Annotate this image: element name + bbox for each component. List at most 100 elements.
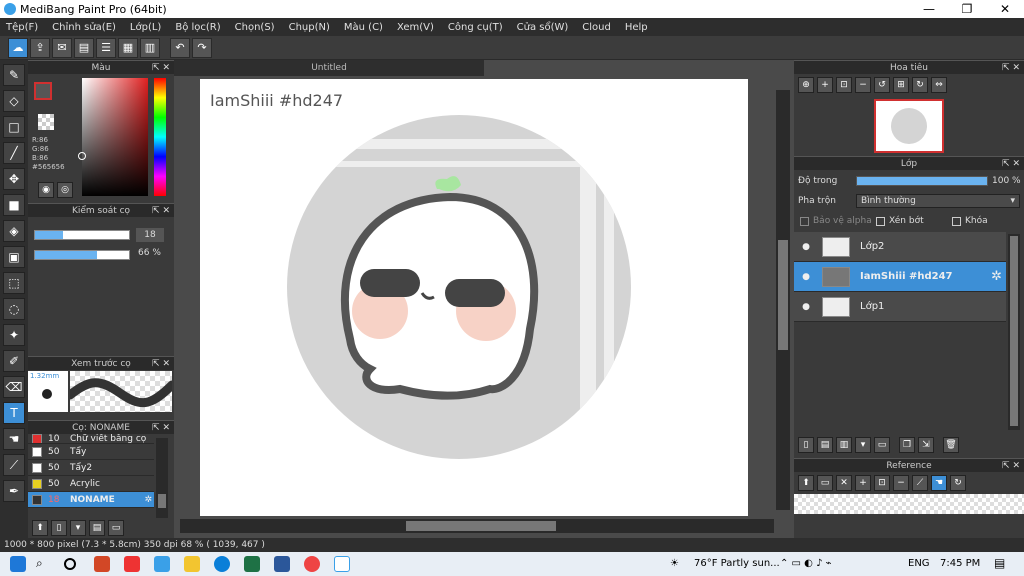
list-item[interactable]: 10 Chữ viết bằng cọ — [28, 434, 154, 444]
grid-icon[interactable]: ▦ — [118, 37, 138, 58]
menu-window[interactable]: Cửa sổ(W) — [517, 22, 569, 33]
medibang-taskbar-icon[interactable] — [334, 556, 350, 572]
brush-list-scrollbar[interactable] — [156, 438, 168, 518]
weather-icon[interactable]: ☀ — [670, 558, 679, 569]
new-halftone-layer-icon[interactable]: ▤ — [817, 437, 833, 453]
close-button[interactable]: ✕ — [986, 0, 1024, 18]
tab-untitled[interactable]: Untitled — [174, 60, 484, 76]
ref-fit-icon[interactable]: ⊡ — [874, 475, 890, 491]
ref-zoom-in-icon[interactable]: + — [855, 475, 871, 491]
menu-select[interactable]: Chọn(S) — [235, 22, 275, 33]
close-icon[interactable]: ⇱ ✕ — [152, 421, 170, 435]
layout-icon[interactable]: ▥ — [140, 37, 160, 58]
palette-icon[interactable]: ◉ — [38, 182, 54, 198]
tray-icons[interactable]: ⌃ ▭ ◐ ♪ ⌁ — [780, 558, 832, 569]
ref-eyedropper-icon[interactable]: ⟋ — [912, 475, 928, 491]
list-item[interactable]: 50 Tẩy — [28, 444, 154, 460]
move-tool-icon[interactable]: ✥ — [3, 168, 25, 190]
ref-close-icon[interactable]: ✕ — [836, 475, 852, 491]
list-icon[interactable]: ☰ — [96, 37, 116, 58]
primary-color-swatch[interactable] — [34, 82, 52, 100]
select-pen-tool-icon[interactable]: ✐ — [3, 350, 25, 372]
menu-color[interactable]: Màu (C) — [344, 22, 383, 33]
shape-tool-icon[interactable]: □ — [3, 116, 25, 138]
list-item[interactable]: 50 Acrylic — [28, 476, 154, 492]
select-rect-tool-icon[interactable]: ⬚ — [3, 272, 25, 294]
windows-start-icon[interactable] — [10, 556, 26, 572]
menu-help[interactable]: Help — [625, 22, 648, 33]
vertical-scrollbar[interactable] — [776, 90, 790, 510]
visibility-icon[interactable]: ● — [794, 302, 818, 312]
ref-open-icon[interactable]: ▭ — [817, 475, 833, 491]
file-explorer-icon[interactable] — [184, 556, 200, 572]
clipping-checkbox[interactable]: Xén bớt — [876, 216, 924, 226]
document-canvas[interactable]: IamShiii #hd247 — [200, 79, 748, 516]
rotate-right-icon[interactable]: ↻ — [912, 77, 928, 93]
visibility-icon[interactable]: ● — [794, 272, 818, 282]
zoom-fit-icon[interactable]: ⊕ — [798, 77, 814, 93]
magic-wand-tool-icon[interactable]: ✦ — [3, 324, 25, 346]
close-icon[interactable]: ⇱ ✕ — [152, 204, 170, 218]
hue-slider[interactable] — [154, 78, 166, 196]
clock[interactable]: 7:45 PM — [940, 558, 980, 569]
menu-snap[interactable]: Chụp(N) — [289, 22, 330, 33]
zoom-in-icon[interactable]: + — [817, 77, 833, 93]
palette-add-icon[interactable]: ◎ — [57, 182, 73, 198]
undo-icon[interactable]: ↶ — [170, 37, 190, 58]
notification-icon[interactable]: ▤ — [994, 556, 1005, 570]
saturation-value-picker[interactable] — [82, 78, 148, 196]
blend-mode-select[interactable]: Bình thường ▾ — [856, 194, 1020, 208]
protect-alpha-checkbox[interactable]: Bảo vệ alpha — [800, 216, 872, 226]
search-icon[interactable]: ⌕ — [36, 556, 52, 572]
eraser-tool-icon[interactable]: ◇ — [3, 90, 25, 112]
picker-cursor[interactable] — [78, 152, 86, 160]
layer-opacity-slider[interactable] — [856, 176, 988, 186]
new-8bit-layer-icon[interactable]: ▥ — [836, 437, 852, 453]
weather-text[interactable]: 76°F Partly sun... — [694, 558, 780, 569]
task-view-icon[interactable] — [64, 558, 76, 570]
menu-edit[interactable]: Chỉnh sửa(E) — [52, 22, 116, 33]
lock-checkbox[interactable]: Khóa — [952, 216, 988, 226]
navigator-preview[interactable] — [794, 96, 1024, 156]
transparent-swatch[interactable] — [38, 114, 54, 130]
menu-filter[interactable]: Bộ lọc(R) — [175, 22, 220, 33]
redo-icon[interactable]: ↷ — [192, 37, 212, 58]
comment-icon[interactable]: ▤ — [74, 37, 94, 58]
zoom-out-icon[interactable]: − — [855, 77, 871, 93]
close-icon[interactable]: ⇱ ✕ — [1002, 61, 1020, 75]
menu-cloud[interactable]: Cloud — [582, 22, 611, 33]
close-icon[interactable]: ⇱ ✕ — [152, 61, 170, 75]
maximize-button[interactable]: ❐ — [948, 0, 986, 18]
layer-row-selected[interactable]: ● IamShiii #hd247 ✲ — [794, 262, 1006, 292]
gear-icon[interactable]: ✲ — [144, 495, 152, 505]
layer-scrollbar[interactable] — [1008, 234, 1020, 430]
ref-rotate-icon[interactable]: ↻ — [950, 475, 966, 491]
chat-icon[interactable]: ✉ — [52, 37, 72, 58]
close-icon[interactable]: ⇱ ✕ — [1002, 157, 1020, 171]
delete-layer-icon[interactable]: 🗑 — [943, 437, 959, 453]
ref-upload-icon[interactable]: ⬆ — [798, 475, 814, 491]
close-icon[interactable]: ⇱ ✕ — [152, 357, 170, 371]
reference-view[interactable] — [794, 494, 1024, 514]
duplicate-layer-icon[interactable]: ❐ — [899, 437, 915, 453]
brush-opacity-slider[interactable] — [34, 250, 130, 260]
flip-icon[interactable]: ⇔ — [931, 77, 947, 93]
visibility-icon[interactable]: ● — [794, 242, 818, 252]
word-icon[interactable] — [274, 556, 290, 572]
menu-tools[interactable]: Công cụ(T) — [448, 22, 503, 33]
gear-icon[interactable]: ✲ — [991, 269, 1002, 284]
rotate-left-icon[interactable]: ↺ — [874, 77, 890, 93]
new-brush-icon[interactable]: ▯ — [51, 520, 67, 536]
fit-window-icon[interactable]: ⊡ — [836, 77, 852, 93]
actual-size-icon[interactable]: ⊞ — [893, 77, 909, 93]
brush-menu-icon[interactable]: ▾ — [70, 520, 86, 536]
brush-copy-icon[interactable]: ▤ — [89, 520, 105, 536]
upload-icon[interactable]: ⇪ — [30, 37, 50, 58]
list-item[interactable]: 50 Tẩy2 — [28, 460, 154, 476]
edge-icon[interactable] — [214, 556, 230, 572]
powerpoint-icon[interactable] — [94, 556, 110, 572]
monitor-icon[interactable] — [154, 556, 170, 572]
line-tool-icon[interactable]: ╱ — [3, 142, 25, 164]
menu-view[interactable]: Xem(V) — [397, 22, 434, 33]
layer-menu-icon[interactable]: ▾ — [855, 437, 871, 453]
